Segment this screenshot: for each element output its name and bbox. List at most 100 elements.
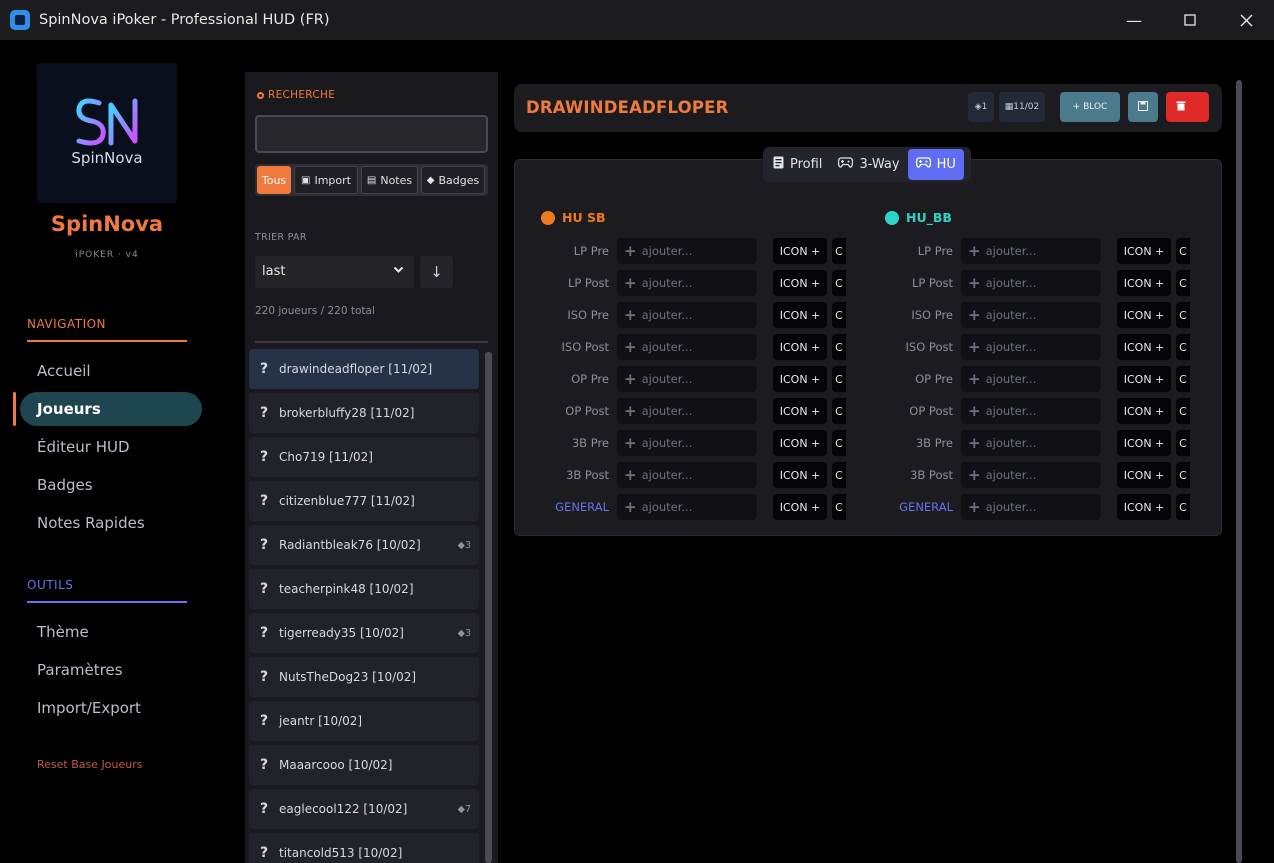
icon-add-button[interactable]: ICON + (1117, 430, 1171, 456)
player-row[interactable]: ? tigerready35 [10/02] ◆3 (249, 613, 479, 653)
main-scrollbar[interactable] (1236, 80, 1242, 863)
icon-add-button[interactable]: ICON + (1117, 238, 1171, 264)
stat-input[interactable]: + ajouter... (961, 334, 1101, 360)
unknown-icon: ? (259, 493, 269, 509)
player-row[interactable]: ? drawindeadfloper [11/02] (249, 349, 479, 389)
icon-add-button[interactable]: ICON + (1117, 302, 1171, 328)
stat-input[interactable]: + ajouter... (961, 462, 1101, 488)
stat-input[interactable]: + ajouter... (961, 494, 1101, 520)
icon-add-button[interactable]: ICON + (773, 430, 827, 456)
icon-add-button[interactable]: ICON + (773, 302, 827, 328)
stat-input[interactable]: + ajouter... (617, 494, 757, 520)
calendar-icon: ▦ (1004, 102, 1014, 112)
player-row[interactable]: ? teacherpink48 [10/02] (249, 569, 479, 609)
count-badge[interactable]: ◈ 1 (968, 92, 994, 122)
stat-row: ISO Post + ajouter... ICON + C (519, 334, 846, 360)
icon-add-button[interactable]: ICON + (1117, 494, 1171, 520)
extra-button[interactable]: C (1176, 334, 1190, 360)
add-block-button[interactable]: + BLOC (1060, 92, 1120, 122)
maximize-icon[interactable] (1162, 0, 1218, 40)
extra-button[interactable]: C (1176, 494, 1190, 520)
player-row[interactable]: ? Radiantbleak76 [10/02] ◆3 (249, 525, 479, 565)
date-badge[interactable]: ▦ 11/02 (999, 92, 1045, 122)
stat-input[interactable]: + ajouter... (617, 430, 757, 456)
icon-add-button[interactable]: ICON + (1117, 270, 1171, 296)
extra-button[interactable]: C (832, 238, 846, 264)
extra-button[interactable]: C (832, 270, 846, 296)
icon-add-button[interactable]: ICON + (1117, 398, 1171, 424)
extra-button[interactable]: C (832, 398, 846, 424)
stat-input[interactable]: + ajouter... (617, 366, 757, 392)
player-row[interactable]: ? brokerbluffy28 [11/02] (249, 393, 479, 433)
stat-input[interactable]: + ajouter... (617, 334, 757, 360)
extra-button[interactable]: C (832, 494, 846, 520)
tab-profil[interactable]: Profil (765, 149, 830, 180)
nav-item-import-export[interactable]: Import/Export (37, 699, 141, 717)
extra-button[interactable]: C (1176, 302, 1190, 328)
save-button[interactable] (1128, 92, 1158, 122)
player-row[interactable]: ? NutsTheDog23 [10/02] (249, 657, 479, 697)
icon-add-button[interactable]: ICON + (773, 366, 827, 392)
filter-badges-button[interactable]: ◆ Badges (421, 166, 485, 194)
player-row[interactable]: ? citizenblue777 [11/02] (249, 481, 479, 521)
nav-item-accueil[interactable]: Accueil (37, 362, 91, 380)
extra-button[interactable]: C (832, 302, 846, 328)
tab-3-way[interactable]: 3-Way (830, 149, 907, 180)
icon-add-button[interactable]: ICON + (773, 494, 827, 520)
icon-add-button[interactable]: ICON + (773, 270, 827, 296)
nav-item-editeur-hud[interactable]: Éditeur HUD (37, 438, 130, 456)
reset-players-link[interactable]: Reset Base Joueurs (37, 758, 142, 771)
extra-button[interactable]: C (1176, 462, 1190, 488)
extra-button[interactable]: C (1176, 398, 1190, 424)
filter-import-button[interactable]: ▣ Import (294, 166, 358, 194)
stat-input[interactable]: + ajouter... (617, 398, 757, 424)
icon-add-button[interactable]: ICON + (1117, 462, 1171, 488)
unknown-icon: ? (259, 537, 269, 553)
delete-button[interactable] (1166, 92, 1209, 122)
stat-input[interactable]: + ajouter... (617, 238, 757, 264)
nav-item-theme[interactable]: Thème (37, 623, 89, 641)
icon-add-button[interactable]: ICON + (773, 238, 827, 264)
extra-button[interactable]: C (832, 430, 846, 456)
stat-input[interactable]: + ajouter... (961, 238, 1101, 264)
stat-input[interactable]: + ajouter... (617, 270, 757, 296)
extra-button[interactable]: C (832, 366, 846, 392)
icon-add-button[interactable]: ICON + (773, 398, 827, 424)
player-title: DRAWINDEADFLOPER (526, 98, 729, 117)
nav-item-parametres[interactable]: Paramètres (37, 661, 123, 679)
extra-button[interactable]: C (832, 462, 846, 488)
search-input[interactable] (255, 115, 488, 153)
extra-button[interactable]: C (1176, 238, 1190, 264)
nav-item-joueurs[interactable]: Joueurs (37, 400, 101, 418)
player-row[interactable]: ? jeantr [10/02] (249, 701, 479, 741)
stat-input[interactable]: + ajouter... (961, 302, 1101, 328)
stat-input[interactable]: + ajouter... (617, 462, 757, 488)
player-row[interactable]: ? Cho719 [11/02] (249, 437, 479, 477)
stat-input[interactable]: + ajouter... (961, 270, 1101, 296)
icon-add-button[interactable]: ICON + (773, 334, 827, 360)
extra-button[interactable]: C (1176, 430, 1190, 456)
player-row[interactable]: ? Maaarcooo [10/02] (249, 745, 479, 785)
icon-add-button[interactable]: ICON + (1117, 334, 1171, 360)
sort-direction-button[interactable]: ↓ (420, 256, 453, 288)
stat-input[interactable]: + ajouter... (617, 302, 757, 328)
close-icon[interactable] (1218, 0, 1274, 40)
minimize-icon[interactable]: — (1106, 0, 1162, 40)
nav-item-badges[interactable]: Badges (37, 476, 93, 494)
stat-input[interactable]: + ajouter... (961, 366, 1101, 392)
extra-button[interactable]: C (1176, 366, 1190, 392)
icon-add-button[interactable]: ICON + (773, 462, 827, 488)
nav-item-notes-rapides[interactable]: Notes Rapides (37, 514, 145, 532)
extra-button[interactable]: C (832, 334, 846, 360)
stat-input[interactable]: + ajouter... (961, 430, 1101, 456)
player-list-scrollbar[interactable] (485, 352, 492, 863)
player-row[interactable]: ? titancold513 [10/02] (249, 833, 479, 863)
filter-notes-button[interactable]: ▤ Notes (361, 166, 418, 194)
filter-all-button[interactable]: Tous (257, 166, 291, 194)
stat-input[interactable]: + ajouter... (961, 398, 1101, 424)
sort-select[interactable]: last (255, 256, 414, 288)
tab-hu[interactable]: HU (907, 149, 964, 180)
icon-add-button[interactable]: ICON + (1117, 366, 1171, 392)
player-row[interactable]: ? eaglecool122 [10/02] ◆7 (249, 789, 479, 829)
extra-button[interactable]: C (1176, 270, 1190, 296)
